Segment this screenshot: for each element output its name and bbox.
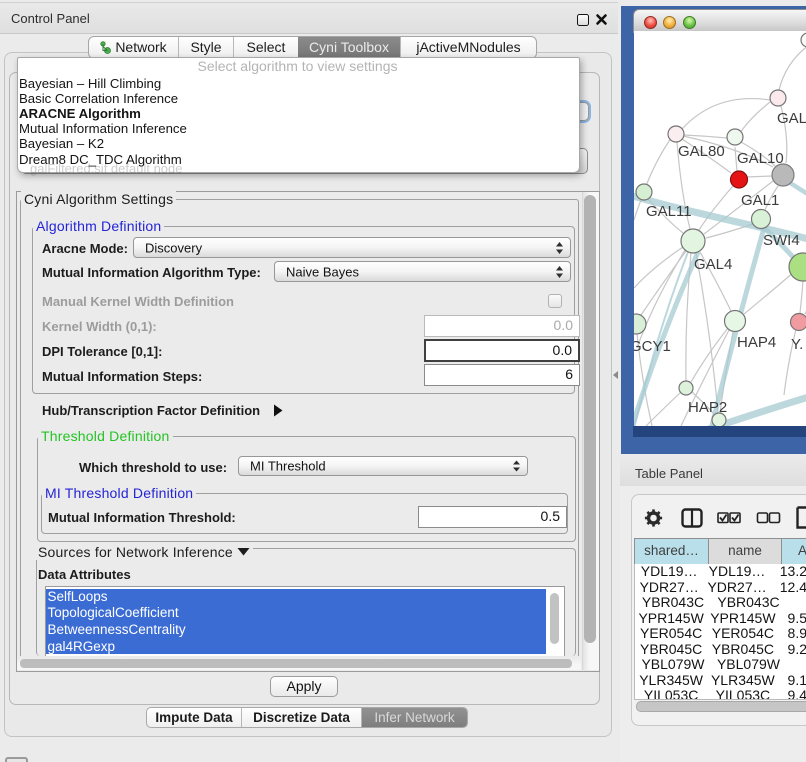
svg-text:GAL2: GAL2 (777, 110, 806, 127)
svg-text:GAL4: GAL4 (694, 256, 732, 273)
svg-text:HAP4: HAP4 (737, 334, 776, 351)
svg-text:GCY1: GCY1 (634, 338, 671, 355)
svg-text:GAL1: GAL1 (741, 192, 779, 209)
svg-text:GAL10: GAL10 (737, 150, 784, 167)
svg-text:GAL11: GAL11 (646, 203, 692, 220)
svg-text:SWI4: SWI4 (763, 232, 800, 249)
svg-text:GAL80: GAL80 (678, 143, 725, 160)
svg-text:HAP2: HAP2 (688, 399, 727, 416)
svg-text:Y.: Y. (791, 336, 803, 353)
